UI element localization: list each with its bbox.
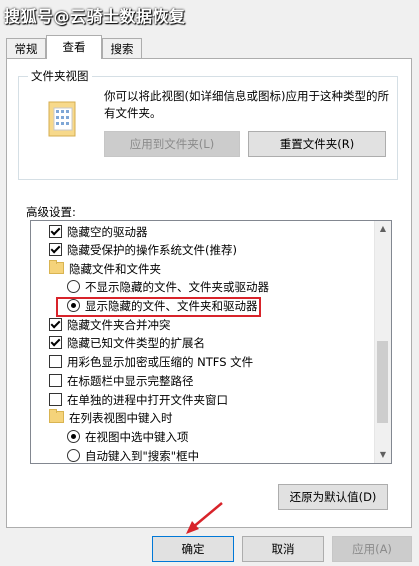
folder-icon [49,260,64,274]
scroll-thumb[interactable] [377,341,388,423]
list-item-label: 显示隐藏的文件、文件夹和驱动器 [85,299,258,313]
list-item-label: 在单独的进程中打开文件夹窗口 [67,393,228,407]
list-item[interactable]: 自动键入到"搜索"框中 [67,448,199,463]
checkbox[interactable] [49,318,62,331]
list-item-label: 隐藏文件夹合并冲突 [67,318,171,332]
list-item-label: 隐藏已知文件类型的扩展名 [67,336,205,350]
list-item-label: 不显示隐藏的文件、文件夹或驱动器 [85,280,269,294]
list-item-label: 隐藏空的驱动器 [67,225,148,239]
list-item-label: 在视图中选中键入项 [85,430,189,444]
folder-view-icon [48,101,76,137]
list-item[interactable]: 在单独的进程中打开文件夹窗口 [49,392,228,409]
radio-button[interactable] [67,280,80,293]
list-item[interactable]: 在标题栏中显示完整路径 [49,373,194,390]
ok-button[interactable]: 确定 [152,536,234,562]
list-item[interactable]: 用彩色显示加密或压缩的 NTFS 文件 [49,354,253,371]
radio-button[interactable] [67,430,80,443]
checkbox[interactable] [49,336,62,349]
list-item-label: 隐藏受保护的操作系统文件(推荐) [67,243,237,257]
radio-button[interactable] [67,449,80,462]
folder-views-label: 文件夹视图 [28,68,92,84]
list-item[interactable]: 隐藏已知文件类型的扩展名 [49,335,205,352]
list-item-label: 用彩色显示加密或压缩的 NTFS 文件 [67,355,254,369]
folder-views-description: 你可以将此视图(如详细信息或图标)应用于这种类型的所有文件夹。 [104,89,389,120]
checkbox[interactable] [49,225,62,238]
list-item: 隐藏文件和文件夹 [49,260,161,278]
list-item-label: 自动键入到"搜索"框中 [85,449,200,463]
list-item-label: 在标题栏中显示完整路径 [67,374,194,388]
radio-button[interactable] [67,299,80,312]
scroll-down-icon[interactable]: ▼ [375,447,391,463]
tab-view[interactable]: 查看 [46,35,102,59]
advanced-settings-label: 高级设置: [26,205,76,219]
reset-folders-button[interactable]: 重置文件夹(R) [248,131,386,157]
list-item[interactable]: 显示隐藏的文件、文件夹和驱动器 [67,298,258,315]
scroll-up-icon[interactable]: ▲ [375,221,391,237]
tab-general[interactable]: 常规 [6,38,46,58]
list-item[interactable]: 不显示隐藏的文件、文件夹或驱动器 [67,279,269,296]
list-item[interactable]: 隐藏文件夹合并冲突 [49,317,171,334]
list-item[interactable]: 隐藏受保护的操作系统文件(推荐) [49,242,237,259]
list-item[interactable]: 隐藏空的驱动器 [49,224,148,241]
list-item[interactable]: 在视图中选中键入项 [67,429,189,446]
checkbox[interactable] [49,393,62,406]
cancel-button[interactable]: 取消 [242,536,324,562]
advanced-settings-list[interactable]: 隐藏空的驱动器 隐藏受保护的操作系统文件(推荐) 隐藏文件和文件夹 不显示隐藏的… [30,220,392,464]
checkbox[interactable] [49,243,62,256]
tab-search[interactable]: 搜索 [102,38,142,58]
watermark-text: 搜狐号@云骑士数据恢复 [4,7,186,26]
apply-to-folders-button[interactable]: 应用到文件夹(L) [104,131,240,157]
list-item-label: 隐藏文件和文件夹 [69,262,161,276]
list-item: 在列表视图中键入时 [49,409,173,427]
folder-icon [49,409,64,423]
list-item-label: 在列表视图中键入时 [69,411,173,425]
checkbox[interactable] [49,374,62,387]
list-scrollbar[interactable]: ▲ ▼ [374,221,391,463]
apply-button[interactable]: 应用(A) [332,536,412,562]
restore-defaults-button[interactable]: 还原为默认值(D) [278,484,388,510]
checkbox[interactable] [49,355,62,368]
